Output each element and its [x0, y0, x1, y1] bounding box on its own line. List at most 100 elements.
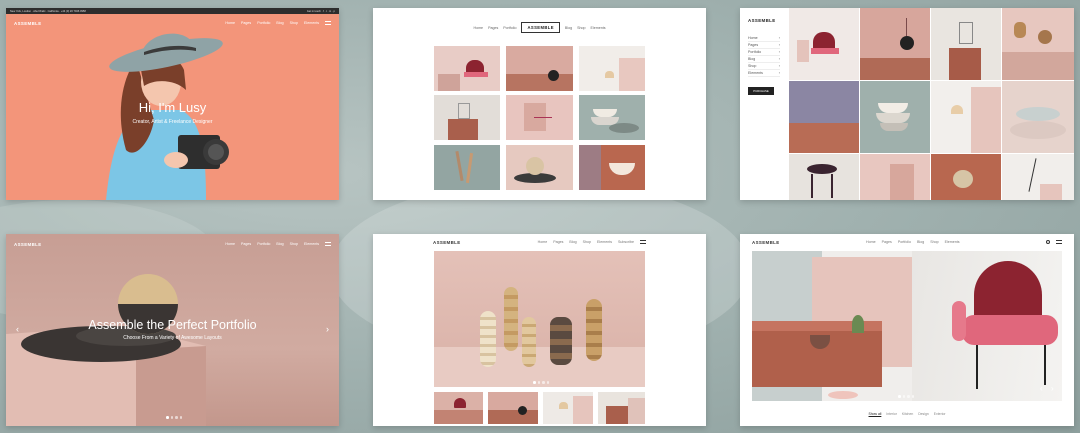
slider-next-arrow[interactable]: ›	[1051, 384, 1054, 393]
nav-item-shop[interactable]: Shop	[290, 242, 298, 246]
menu-icon[interactable]	[325, 21, 331, 25]
nav-item-shop[interactable]: Shop	[290, 21, 298, 25]
portfolio-thumb[interactable]	[434, 145, 500, 190]
site-logo[interactable]: ASSEMBLE	[14, 21, 42, 26]
nav-item-home[interactable]: Home	[866, 240, 876, 244]
grid-thumb[interactable]	[1002, 81, 1074, 153]
hero-title: Assemble the Perfect Portfolio	[88, 318, 257, 332]
purchase-button[interactable]: PURCHASE	[748, 87, 774, 95]
gallery-thumb[interactable]	[543, 392, 593, 424]
featured-image[interactable]	[752, 251, 1062, 401]
grid-thumb[interactable]	[789, 8, 859, 80]
nav-item-subscribe[interactable]: Subscribe	[618, 240, 634, 244]
nav-item-elements[interactable]: Elements	[591, 26, 606, 30]
nav-item-blog[interactable]: Blog	[276, 242, 283, 246]
filter-show-all[interactable]: Show all	[869, 412, 882, 416]
grid-thumb[interactable]	[931, 81, 1001, 153]
demo-card-product-gallery[interactable]: ASSEMBLE Home Pages Blog Shop Elements S…	[373, 234, 706, 426]
grid-thumb[interactable]	[1002, 8, 1074, 80]
demo-card-sidebar-grid[interactable]: ASSEMBLE Home › Pages › Portfolio › Blog › S…	[740, 8, 1074, 200]
slider-dot[interactable]	[898, 395, 901, 398]
slider-dot[interactable]	[533, 381, 536, 384]
site-logo[interactable]: ASSEMBLE	[752, 240, 780, 245]
nav-item-portfolio[interactable]: Portfolio	[257, 242, 270, 246]
gallery-thumb[interactable]	[434, 392, 483, 424]
site-logo[interactable]: ASSEMBLE	[433, 240, 461, 245]
portfolio-thumb[interactable]	[579, 46, 645, 91]
grid-thumb[interactable]	[860, 154, 930, 200]
grid-thumb[interactable]	[789, 81, 859, 153]
filter-interior[interactable]: Interior	[886, 412, 897, 416]
grid-thumb[interactable]	[789, 154, 859, 200]
featured-image[interactable]	[434, 251, 645, 387]
menu-icon[interactable]	[1056, 240, 1062, 244]
nav-item-pages[interactable]: Pages	[553, 240, 563, 244]
sidebar-item-home[interactable]: Home ›	[748, 35, 780, 42]
grid-thumb[interactable]	[931, 8, 1001, 80]
filter-kitchen[interactable]: Kitchen	[902, 412, 913, 416]
site-logo[interactable]: ASSEMBLE	[748, 18, 780, 23]
demo-card-fullscreen-slider[interactable]: ASSEMBLE Home Pages Portfolio Blog Shop …	[6, 234, 339, 426]
sidebar-item-portfolio[interactable]: Portfolio ›	[748, 49, 780, 56]
nav-item-portfolio[interactable]: Portfolio	[503, 26, 516, 30]
nav-item-elements[interactable]: Elements	[945, 240, 960, 244]
nav-item-blog[interactable]: Blog	[569, 240, 576, 244]
demo-card-portfolio-grid[interactable]: Home Pages Portfolio ASSEMBLE Blog Shop …	[373, 8, 706, 200]
site-logo[interactable]: ASSEMBLE	[521, 22, 560, 33]
portfolio-thumb[interactable]	[506, 145, 573, 190]
menu-icon[interactable]	[640, 240, 646, 244]
nav-item-shop[interactable]: Shop	[930, 240, 938, 244]
nav-item-blog[interactable]: Blog	[917, 240, 924, 244]
portfolio-thumb[interactable]	[506, 46, 573, 91]
slider-next-arrow[interactable]: ›	[326, 324, 329, 334]
slider-dot[interactable]	[546, 381, 549, 384]
sidebar-item-blog[interactable]: Blog ›	[748, 56, 780, 63]
nav-item-elements[interactable]: Elements	[304, 21, 319, 25]
nav-item-shop[interactable]: Shop	[583, 240, 591, 244]
portfolio-thumb[interactable]	[579, 145, 645, 190]
portfolio-thumb[interactable]	[579, 95, 645, 140]
slider-dot[interactable]	[170, 416, 173, 419]
filter-exterior[interactable]: Exterior	[934, 412, 946, 416]
nav-item-home[interactable]: Home	[473, 26, 483, 30]
slider-dot[interactable]	[542, 381, 545, 384]
grid-thumb[interactable]	[1002, 154, 1074, 200]
slider-dot[interactable]	[537, 381, 540, 384]
sidebar-item-elements[interactable]: Elements ›	[748, 70, 780, 77]
gallery-thumb[interactable]	[488, 392, 538, 424]
nav-item-pages[interactable]: Pages	[488, 26, 498, 30]
grid-thumb[interactable]	[931, 154, 1001, 200]
demo-card-interior-slider[interactable]: ASSEMBLE Home Pages Portfolio Blog Shop …	[740, 234, 1074, 426]
nav-item-blog[interactable]: Blog	[565, 26, 572, 30]
nav-item-home[interactable]: Home	[538, 240, 548, 244]
menu-icon[interactable]	[325, 242, 331, 246]
demo-card-hero-portrait[interactable]: New York, London · Abu Dhabi · Californi…	[6, 8, 339, 200]
slider-prev-arrow[interactable]: ‹	[16, 324, 19, 334]
grid-thumb[interactable]	[860, 81, 930, 153]
sidebar-item-shop[interactable]: Shop ›	[748, 63, 780, 70]
slider-dot[interactable]	[166, 416, 169, 419]
nav-item-home[interactable]: Home	[225, 242, 235, 246]
nav-item-pages[interactable]: Pages	[882, 240, 892, 244]
nav-item-blog[interactable]: Blog	[276, 21, 283, 25]
grid-thumb[interactable]	[860, 8, 930, 80]
slider-dot[interactable]	[179, 416, 182, 419]
slider-dot[interactable]	[907, 395, 910, 398]
gallery-thumb[interactable]	[598, 392, 645, 424]
portfolio-thumb[interactable]	[506, 95, 573, 140]
slider-dot[interactable]	[911, 395, 914, 398]
sidebar-item-pages[interactable]: Pages ›	[748, 42, 780, 49]
nav-item-elements[interactable]: Elements	[597, 240, 612, 244]
search-icon[interactable]	[1046, 240, 1050, 244]
site-logo[interactable]: ASSEMBLE	[14, 242, 42, 247]
nav-item-elements[interactable]: Elements	[304, 242, 319, 246]
slider-prev-arrow[interactable]: ‹	[1040, 384, 1043, 393]
slider-dot[interactable]	[175, 416, 178, 419]
filter-design[interactable]: Design	[918, 412, 929, 416]
nav-item-shop[interactable]: Shop	[577, 26, 585, 30]
portfolio-thumb[interactable]	[434, 46, 500, 91]
portfolio-thumb[interactable]	[434, 95, 500, 140]
slider-dot[interactable]	[902, 395, 905, 398]
nav-item-portfolio[interactable]: Portfolio	[898, 240, 911, 244]
nav-item-pages[interactable]: Pages	[241, 242, 251, 246]
